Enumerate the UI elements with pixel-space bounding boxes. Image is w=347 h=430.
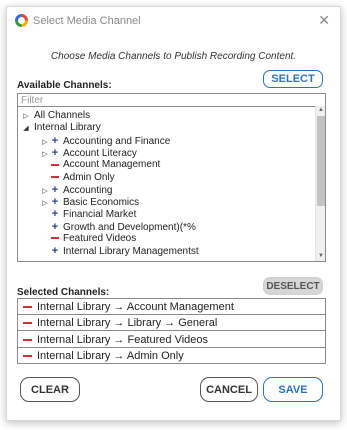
tree-item[interactable]: ▷ All Channels (21, 110, 90, 122)
tree-item[interactable]: ◢ Internal Library (21, 122, 101, 135)
title-bar: Select Media Channel ✕ (7, 7, 340, 35)
close-icon[interactable]: ✕ (318, 12, 330, 29)
tree-item[interactable]: + Internal Library Managementst (40, 245, 199, 257)
expanded-triangle-icon[interactable]: ◢ (21, 123, 31, 135)
remove-minus-icon[interactable] (20, 332, 34, 348)
tree-scrollbar[interactable]: ▲ ▼ (315, 106, 325, 261)
save-button[interactable]: SAVE (263, 377, 323, 402)
tree-item[interactable]: ▷ + Account Literacy (40, 147, 137, 159)
selected-channel-label: Internal Library → Featured Videos (37, 333, 208, 346)
tree-item-label: Financial Market (63, 209, 137, 221)
selected-channels-label: Selected Channels: (17, 287, 110, 298)
selected-channels-list: Internal Library → Account Management Int… (17, 298, 326, 364)
window-title: Select Media Channel (33, 15, 141, 27)
filter-input[interactable] (17, 93, 326, 107)
tree-item-label: Internal Library Managementst (63, 246, 199, 258)
select-media-channel-dialog: Select Media Channel ✕ Choose Media Chan… (6, 6, 341, 421)
selected-channel-label: Internal Library → Library → General (37, 317, 218, 330)
deselect-button[interactable]: DESELECT (263, 277, 323, 295)
remove-minus-icon[interactable] (50, 172, 60, 184)
collapsed-triangle-icon[interactable]: ▷ (21, 111, 31, 123)
tree-item-label: All Channels (34, 110, 91, 121)
tree-item-label: Growth and Development)(*% (63, 221, 196, 233)
add-plus-icon[interactable]: + (50, 245, 60, 257)
selected-channel-item[interactable]: Internal Library → Library → General (18, 315, 325, 332)
tree-item-label: Internal Library (34, 122, 101, 134)
tree-item[interactable]: + Growth and Development)(*% (40, 221, 196, 233)
selected-channel-item[interactable]: Internal Library → Account Management (18, 299, 325, 315)
add-plus-icon[interactable]: + (50, 147, 60, 159)
add-plus-icon[interactable]: + (50, 135, 60, 147)
add-plus-icon[interactable]: + (50, 196, 60, 208)
scroll-up-arrow-icon[interactable]: ▲ (316, 106, 325, 115)
tree-item[interactable]: ▷ + Accounting and Finance (40, 135, 170, 147)
remove-minus-icon[interactable] (20, 348, 34, 364)
remove-minus-icon[interactable] (50, 159, 60, 171)
selected-channel-label: Internal Library → Admin Only (37, 349, 184, 362)
tree-item[interactable]: ▷ + Basic Economics (40, 196, 139, 208)
tree-item[interactable]: Account Management (40, 159, 160, 171)
add-plus-icon[interactable]: + (50, 184, 60, 196)
selected-channel-item[interactable]: Internal Library → Featured Videos (18, 332, 325, 348)
select-button[interactable]: SELECT (263, 70, 323, 88)
tree-item[interactable]: Admin Only (40, 172, 115, 184)
instructions-text: Choose Media Channels to Publish Recordi… (50, 51, 297, 62)
tree-item-label: Accounting (63, 184, 113, 196)
tree-item-label: Admin Only (63, 171, 115, 183)
app-logo-icon (15, 14, 28, 27)
remove-minus-icon[interactable] (20, 299, 34, 315)
cancel-button[interactable]: CANCEL (200, 377, 258, 402)
tree-item-label: Account Management (63, 159, 161, 171)
tree-item-label: Accounting and Finance (63, 135, 171, 147)
selected-channel-label: Internal Library → Account Management (37, 301, 234, 313)
tree-item-label: Account Literacy (63, 147, 137, 159)
scroll-down-arrow-icon[interactable]: ▼ (316, 252, 325, 261)
remove-minus-icon[interactable] (20, 315, 34, 331)
tree-item[interactable]: + Financial Market (40, 208, 137, 221)
add-plus-icon[interactable]: + (50, 221, 60, 233)
remove-minus-icon[interactable] (50, 233, 60, 245)
scroll-thumb[interactable] (317, 116, 325, 206)
tree-item-label: Featured Videos (63, 233, 137, 244)
available-channels-tree: ▲ ▼ ▷ All Channels ◢ Internal Library ▷ + Acco… (17, 106, 326, 262)
clear-button[interactable]: CLEAR (20, 377, 80, 402)
available-channels-label: Available Channels: (17, 80, 112, 91)
tree-item[interactable]: ▷ + Accounting (40, 184, 112, 196)
selected-channel-item[interactable]: Internal Library → Admin Only (18, 348, 325, 364)
add-plus-icon[interactable]: + (50, 208, 60, 220)
tree-item-label: Basic Economics (63, 197, 140, 209)
tree-item[interactable]: Featured Videos (40, 233, 136, 245)
